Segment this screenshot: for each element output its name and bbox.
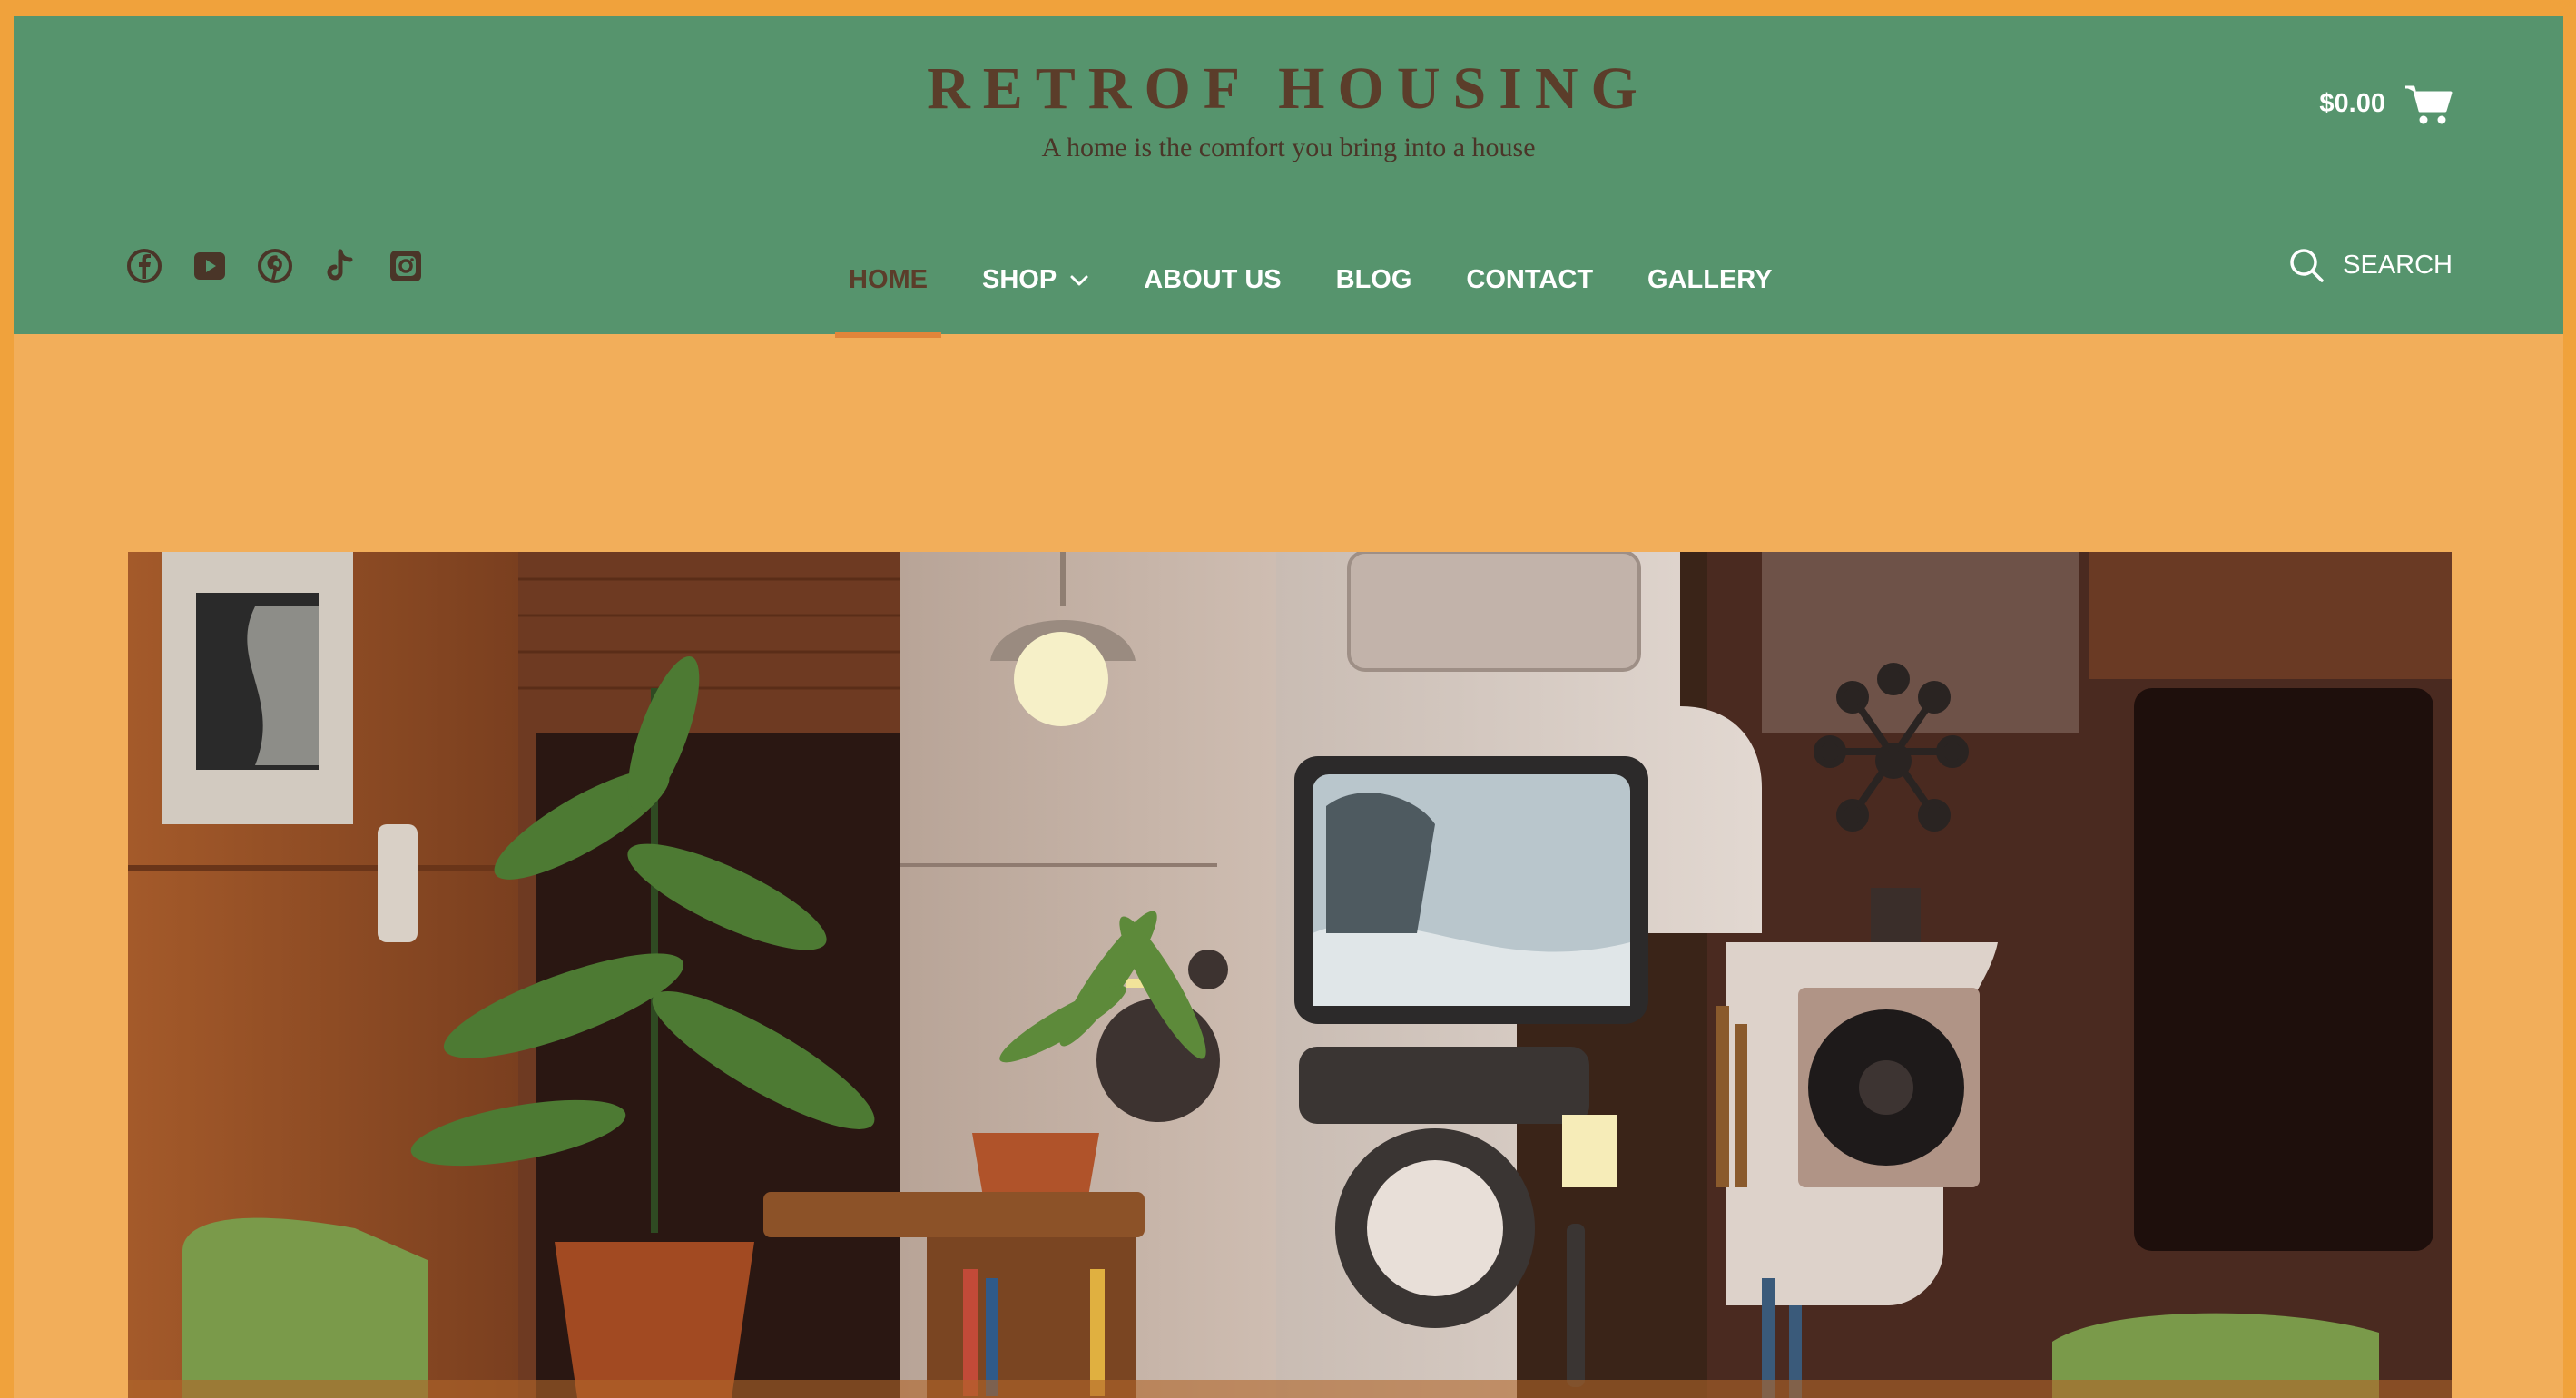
nav-about-us[interactable]: ABOUT US (1116, 245, 1308, 336)
frame-left (0, 0, 14, 1398)
nav-gallery[interactable]: GALLERY (1620, 245, 1799, 336)
main-nav: HOME SHOP ABOUT US BLOG CONTACT GALLERY (821, 245, 1800, 338)
nav-home-label: HOME (849, 265, 928, 294)
facebook-icon[interactable] (126, 248, 162, 284)
tiktok-icon[interactable] (322, 248, 359, 284)
cart-button[interactable]: $0.00 (2319, 82, 2453, 125)
nav-contact-label: CONTACT (1466, 265, 1594, 294)
nav-shop[interactable]: SHOP (955, 245, 1116, 336)
nav-blog[interactable]: BLOG (1309, 245, 1440, 336)
nav-shop-label: SHOP (982, 265, 1057, 294)
site-header: RETROF HOUSING A home is the comfort you… (14, 16, 2563, 338)
search-icon (2290, 249, 2324, 282)
chevron-down-icon (1070, 275, 1088, 286)
hero-image (128, 552, 2452, 1398)
site-tagline: A home is the comfort you bring into a h… (1041, 133, 1536, 162)
nav-about-us-label: ABOUT US (1144, 265, 1282, 294)
frame-right (2563, 0, 2576, 1398)
search-label: SEARCH (2343, 250, 2453, 280)
search-button[interactable]: SEARCH (2288, 247, 2453, 283)
nav-gallery-label: GALLERY (1647, 265, 1773, 294)
nav-home[interactable]: HOME (821, 245, 955, 338)
social-links (126, 248, 424, 284)
instagram-icon[interactable] (388, 248, 424, 284)
nav-blog-label: BLOG (1335, 265, 1412, 294)
site-title[interactable]: RETROF HOUSING (14, 54, 2563, 123)
youtube-icon[interactable] (192, 248, 228, 284)
pinterest-icon[interactable] (257, 248, 293, 284)
cart-total: $0.00 (2319, 88, 2385, 118)
retro-living-room-illustration (128, 552, 2452, 1398)
cart-icon (2405, 85, 2453, 124)
frame-top (0, 0, 2576, 16)
nav-contact[interactable]: CONTACT (1439, 245, 1620, 336)
